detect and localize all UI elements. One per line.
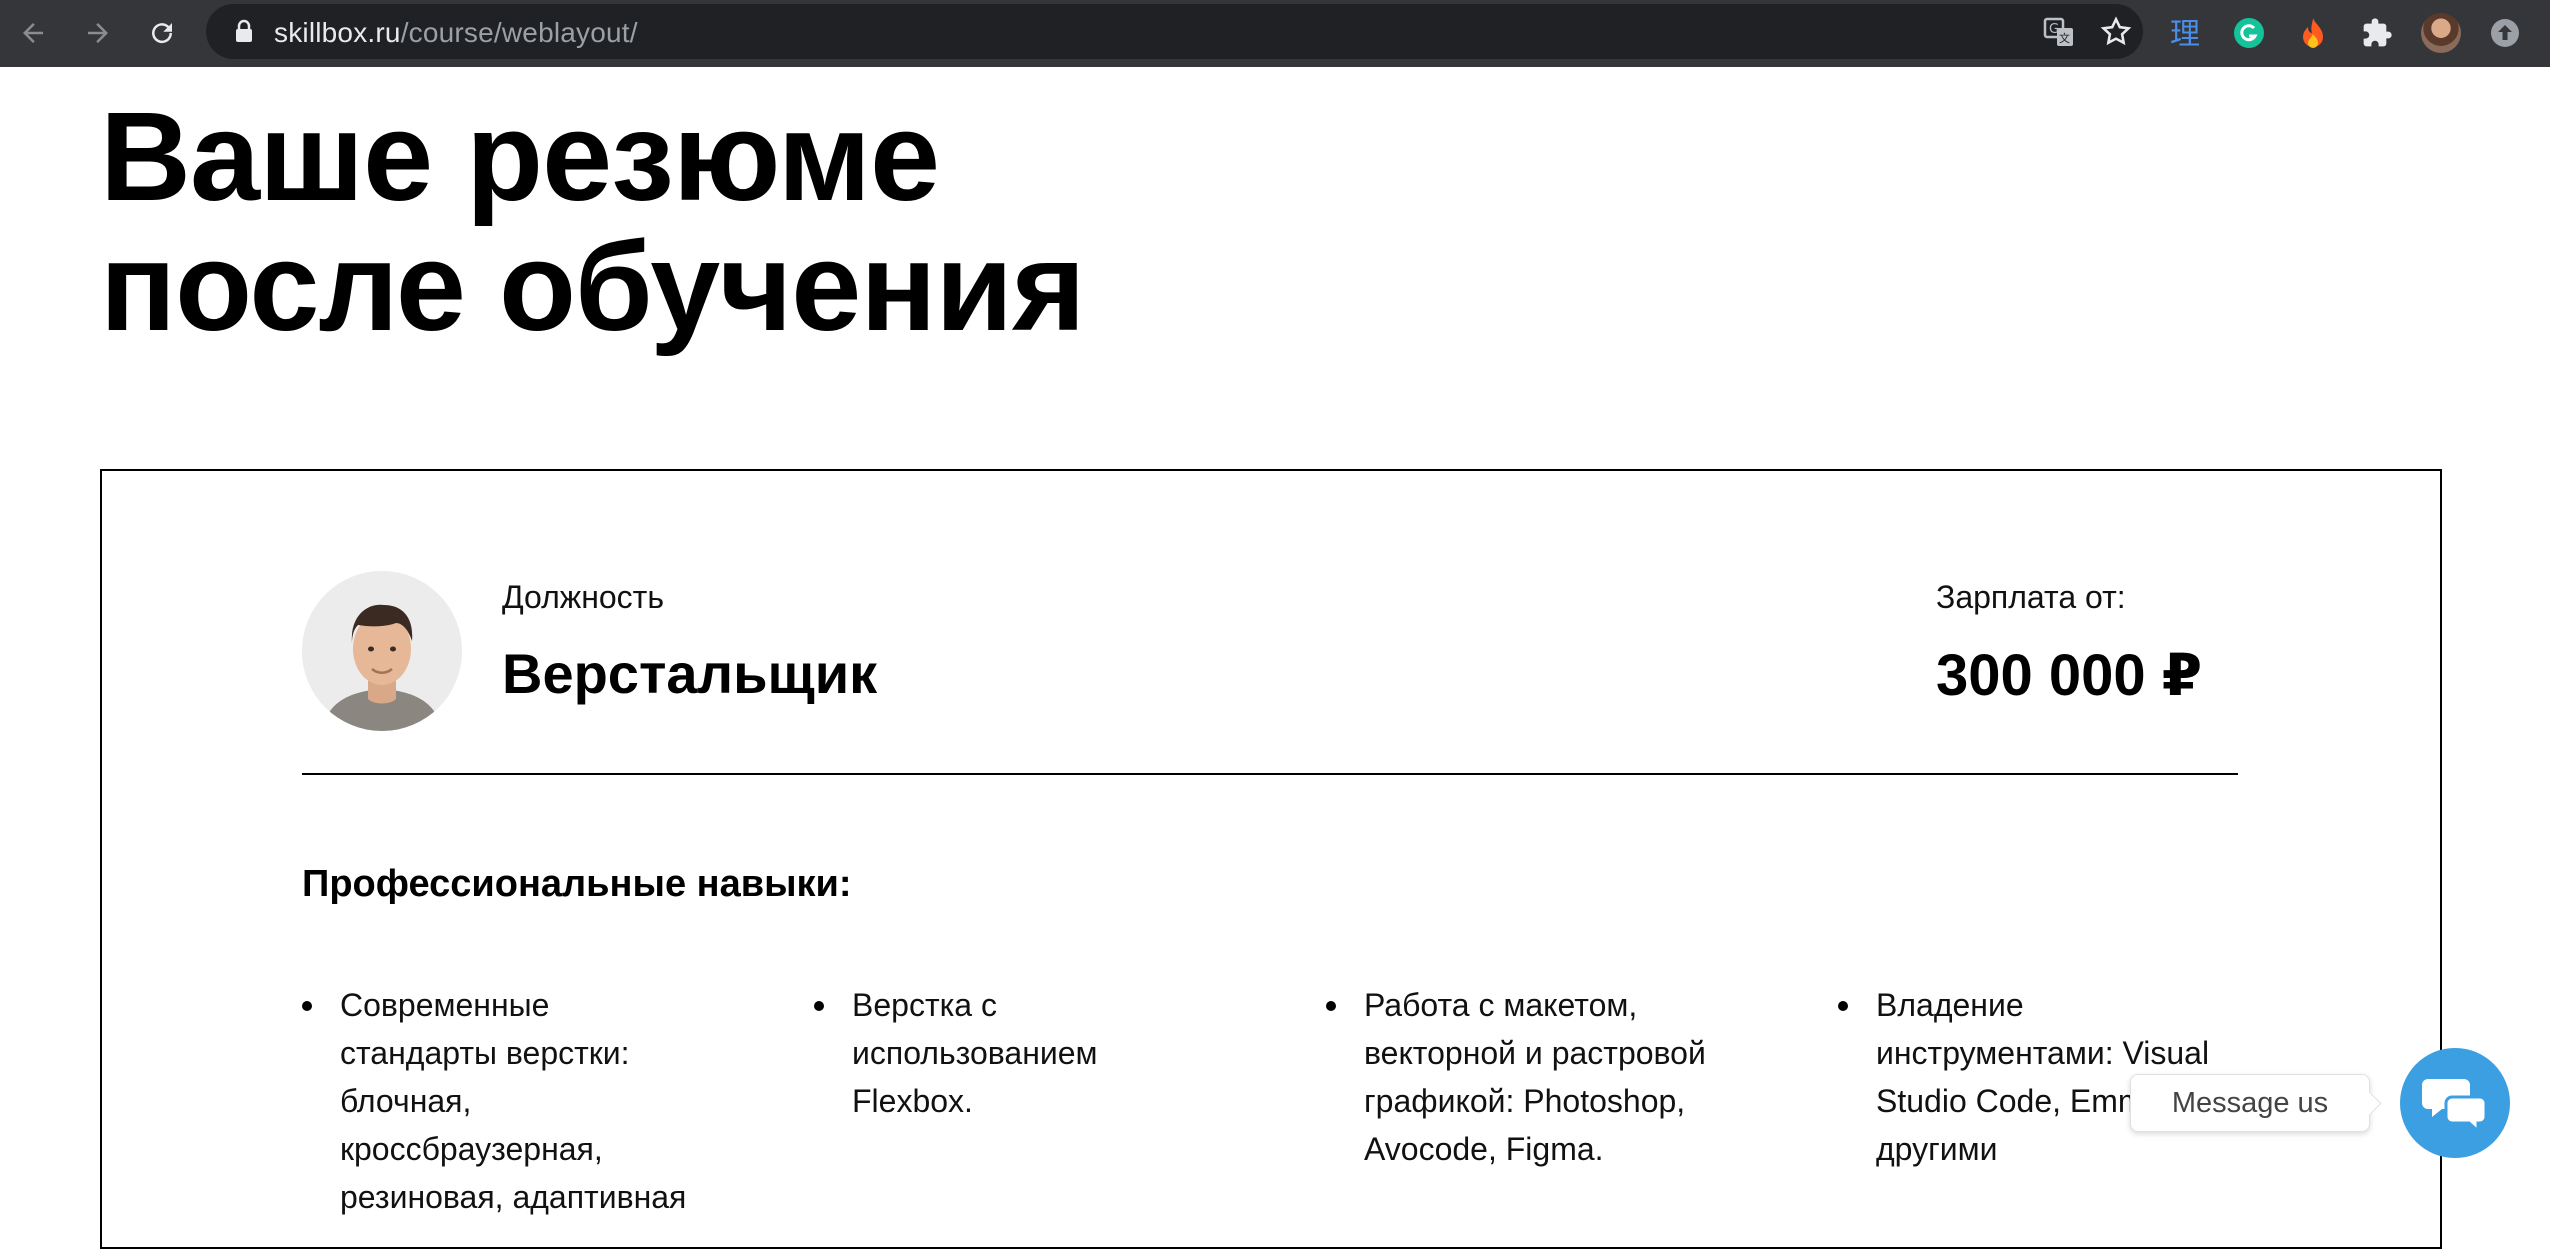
bullet-icon [302, 1001, 312, 1011]
reload-button[interactable] [139, 10, 185, 56]
salary-value: 300 000 ₽ [1936, 643, 2203, 708]
skills-heading: Профессиональные навыки: [302, 863, 852, 905]
salary-label: Зарплата от: [1936, 579, 2126, 615]
url-path: /course/weblayout/ [400, 17, 638, 48]
extension-kanji-button[interactable]: 理 [2163, 10, 2209, 56]
back-button[interactable] [10, 10, 56, 56]
translate-icon: G文 [2043, 17, 2073, 46]
star-icon [2100, 16, 2132, 46]
position-value: Верстальщик [502, 642, 878, 705]
update-arrow-icon [2491, 19, 2519, 47]
translate-button[interactable]: G文 [2043, 16, 2075, 53]
update-button[interactable] [2482, 10, 2528, 56]
message-us-label[interactable]: Message us [2130, 1074, 2370, 1132]
arrow-left-icon [23, 23, 43, 43]
url-host: skillbox.ru [274, 17, 401, 48]
page-title-line-1: Ваше резюме [100, 86, 940, 227]
forward-button[interactable] [75, 10, 121, 56]
chat-bubbles-icon [2422, 1079, 2488, 1133]
skill-text: Работа с макетом, векторной и растровой … [1364, 987, 1706, 1167]
kanji-extension-icon: 理 [2170, 17, 2200, 50]
puzzle-icon [2363, 18, 2392, 47]
extension-fire-button[interactable] [2290, 10, 2336, 56]
lock-icon [236, 19, 252, 42]
page-title: Ваше резюме после обучения [100, 92, 1300, 352]
bullet-icon [814, 1001, 824, 1011]
position-label: Должность [502, 579, 664, 615]
arrow-right-icon [88, 23, 108, 43]
skill-text: Верстка с использованием Flexbox. [852, 987, 1098, 1119]
divider [302, 773, 2238, 775]
resume-avatar [302, 571, 462, 731]
address-bar[interactable]: skillbox.ru/course/weblayout/ G文 [206, 4, 2143, 59]
skill-text: Современные стандарты верстки: блочная, … [340, 987, 687, 1215]
messenger-chat-button[interactable] [2400, 1048, 2510, 1158]
bullet-icon [1326, 1001, 1336, 1011]
profile-button[interactable] [2418, 10, 2464, 56]
reload-icon [152, 23, 173, 44]
grammarly-icon [2234, 18, 2264, 48]
bullet-icon [1838, 1001, 1848, 1011]
bookmark-button[interactable] [2099, 15, 2133, 54]
extension-grammarly-button[interactable] [2226, 10, 2272, 56]
profile-avatar [2421, 13, 2461, 53]
resume-card: Должность Верстальщик Зарплата от: 300 0… [100, 469, 2442, 1249]
person-photo [302, 571, 462, 731]
browser-toolbar: skillbox.ru/course/weblayout/ G文 理 [0, 0, 2550, 67]
fire-icon [2303, 18, 2323, 48]
page-title-line-2: после обучения [100, 216, 1085, 357]
extensions-menu-button[interactable] [2354, 10, 2400, 56]
svg-text:理: 理 [2170, 17, 2200, 50]
svg-text:文: 文 [2059, 31, 2070, 45]
url-text: skillbox.ru/course/weblayout/ [274, 17, 638, 49]
